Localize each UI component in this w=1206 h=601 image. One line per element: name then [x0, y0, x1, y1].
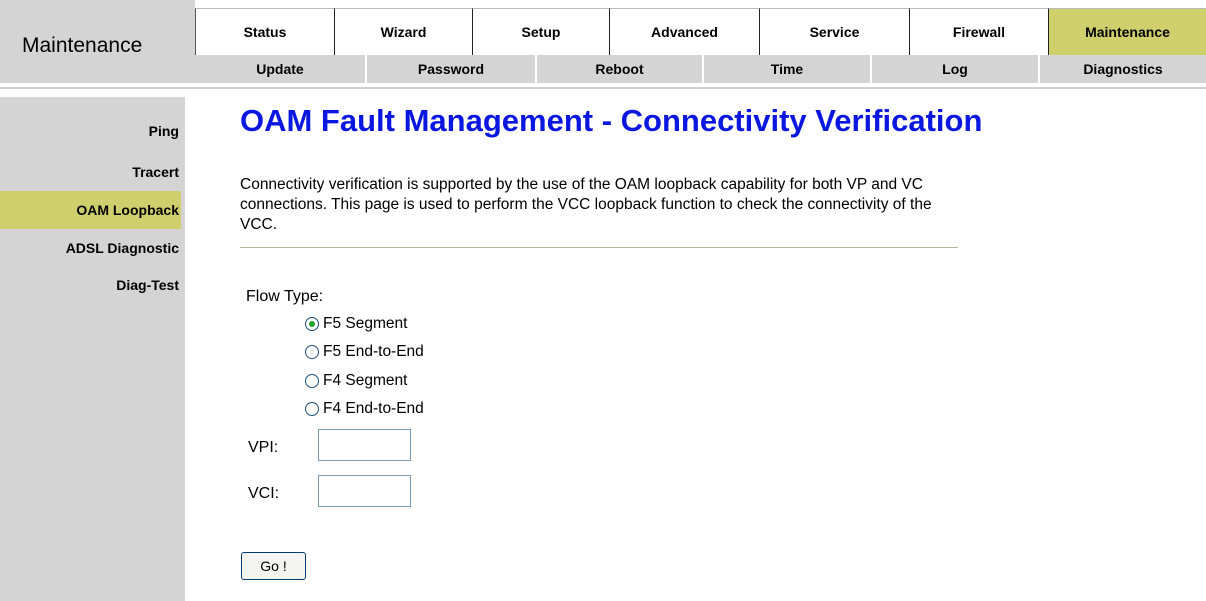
radio-f4-end-to-end[interactable]: [305, 402, 319, 416]
tab-advanced[interactable]: Advanced: [609, 8, 759, 55]
flow-option-f4-end-to-end[interactable]: F4 End-to-End: [305, 399, 424, 419]
radio-f5-end-to-end[interactable]: [305, 345, 319, 359]
header-divider: [0, 87, 1206, 89]
flow-type-label: Flow Type:: [246, 288, 324, 305]
radio-label: F5 End-to-End: [323, 343, 424, 360]
sidebar-item-tracert[interactable]: Tracert: [0, 153, 181, 191]
subtab-log[interactable]: Log: [870, 55, 1038, 83]
subtab-password[interactable]: Password: [365, 55, 535, 83]
tab-status[interactable]: Status: [195, 8, 334, 55]
subtab-reboot[interactable]: Reboot: [535, 55, 702, 83]
flow-option-f5-end-to-end[interactable]: F5 End-to-End: [305, 342, 424, 362]
vpi-input[interactable]: [318, 429, 411, 461]
sidebar-item-oam-loopback[interactable]: OAM Loopback: [0, 191, 181, 229]
primary-nav: Status Wizard Setup Advanced Service Fir…: [195, 8, 1206, 55]
radio-f4-segment[interactable]: [305, 374, 319, 388]
flow-option-f4-segment[interactable]: F4 Segment: [305, 371, 407, 391]
radio-label: F4 Segment: [323, 372, 408, 389]
radio-label: F5 Segment: [323, 315, 408, 332]
go-button[interactable]: Go !: [241, 552, 306, 580]
brand-title: Maintenance: [22, 34, 143, 57]
secondary-nav: Update Password Reboot Time Log Diagnost…: [195, 55, 1206, 83]
vpi-label: VPI:: [248, 439, 279, 456]
tab-setup[interactable]: Setup: [472, 8, 609, 55]
page-description: Connectivity verification is supported b…: [240, 176, 932, 233]
tab-wizard[interactable]: Wizard: [334, 8, 472, 55]
tab-firewall[interactable]: Firewall: [909, 8, 1048, 55]
sidebar-item-ping[interactable]: Ping: [0, 112, 181, 150]
subtab-time[interactable]: Time: [702, 55, 870, 83]
subtab-update[interactable]: Update: [195, 55, 365, 83]
subtab-diagnostics[interactable]: Diagnostics: [1038, 55, 1206, 83]
vci-input[interactable]: [318, 475, 411, 507]
vci-label: VCI:: [248, 485, 280, 502]
tab-service[interactable]: Service: [759, 8, 909, 55]
header: Maintenance Status Wizard Setup Advanced…: [0, 0, 1206, 90]
sidebar: Ping Tracert OAM Loopback ADSL Diagnosti…: [0, 97, 185, 601]
radio-f5-segment[interactable]: [305, 317, 319, 331]
flow-option-f5-segment[interactable]: F5 Segment: [305, 314, 407, 334]
page-title: OAM Fault Management - Connectivity Veri…: [240, 103, 983, 138]
tab-maintenance[interactable]: Maintenance: [1048, 8, 1206, 55]
brand-panel: Maintenance: [0, 0, 195, 83]
sidebar-item-adsl-diagnostic[interactable]: ADSL Diagnostic: [0, 229, 181, 267]
radio-label: F4 End-to-End: [323, 400, 424, 417]
content-divider: [240, 247, 958, 248]
sidebar-item-diag-test[interactable]: Diag-Test: [0, 266, 181, 304]
